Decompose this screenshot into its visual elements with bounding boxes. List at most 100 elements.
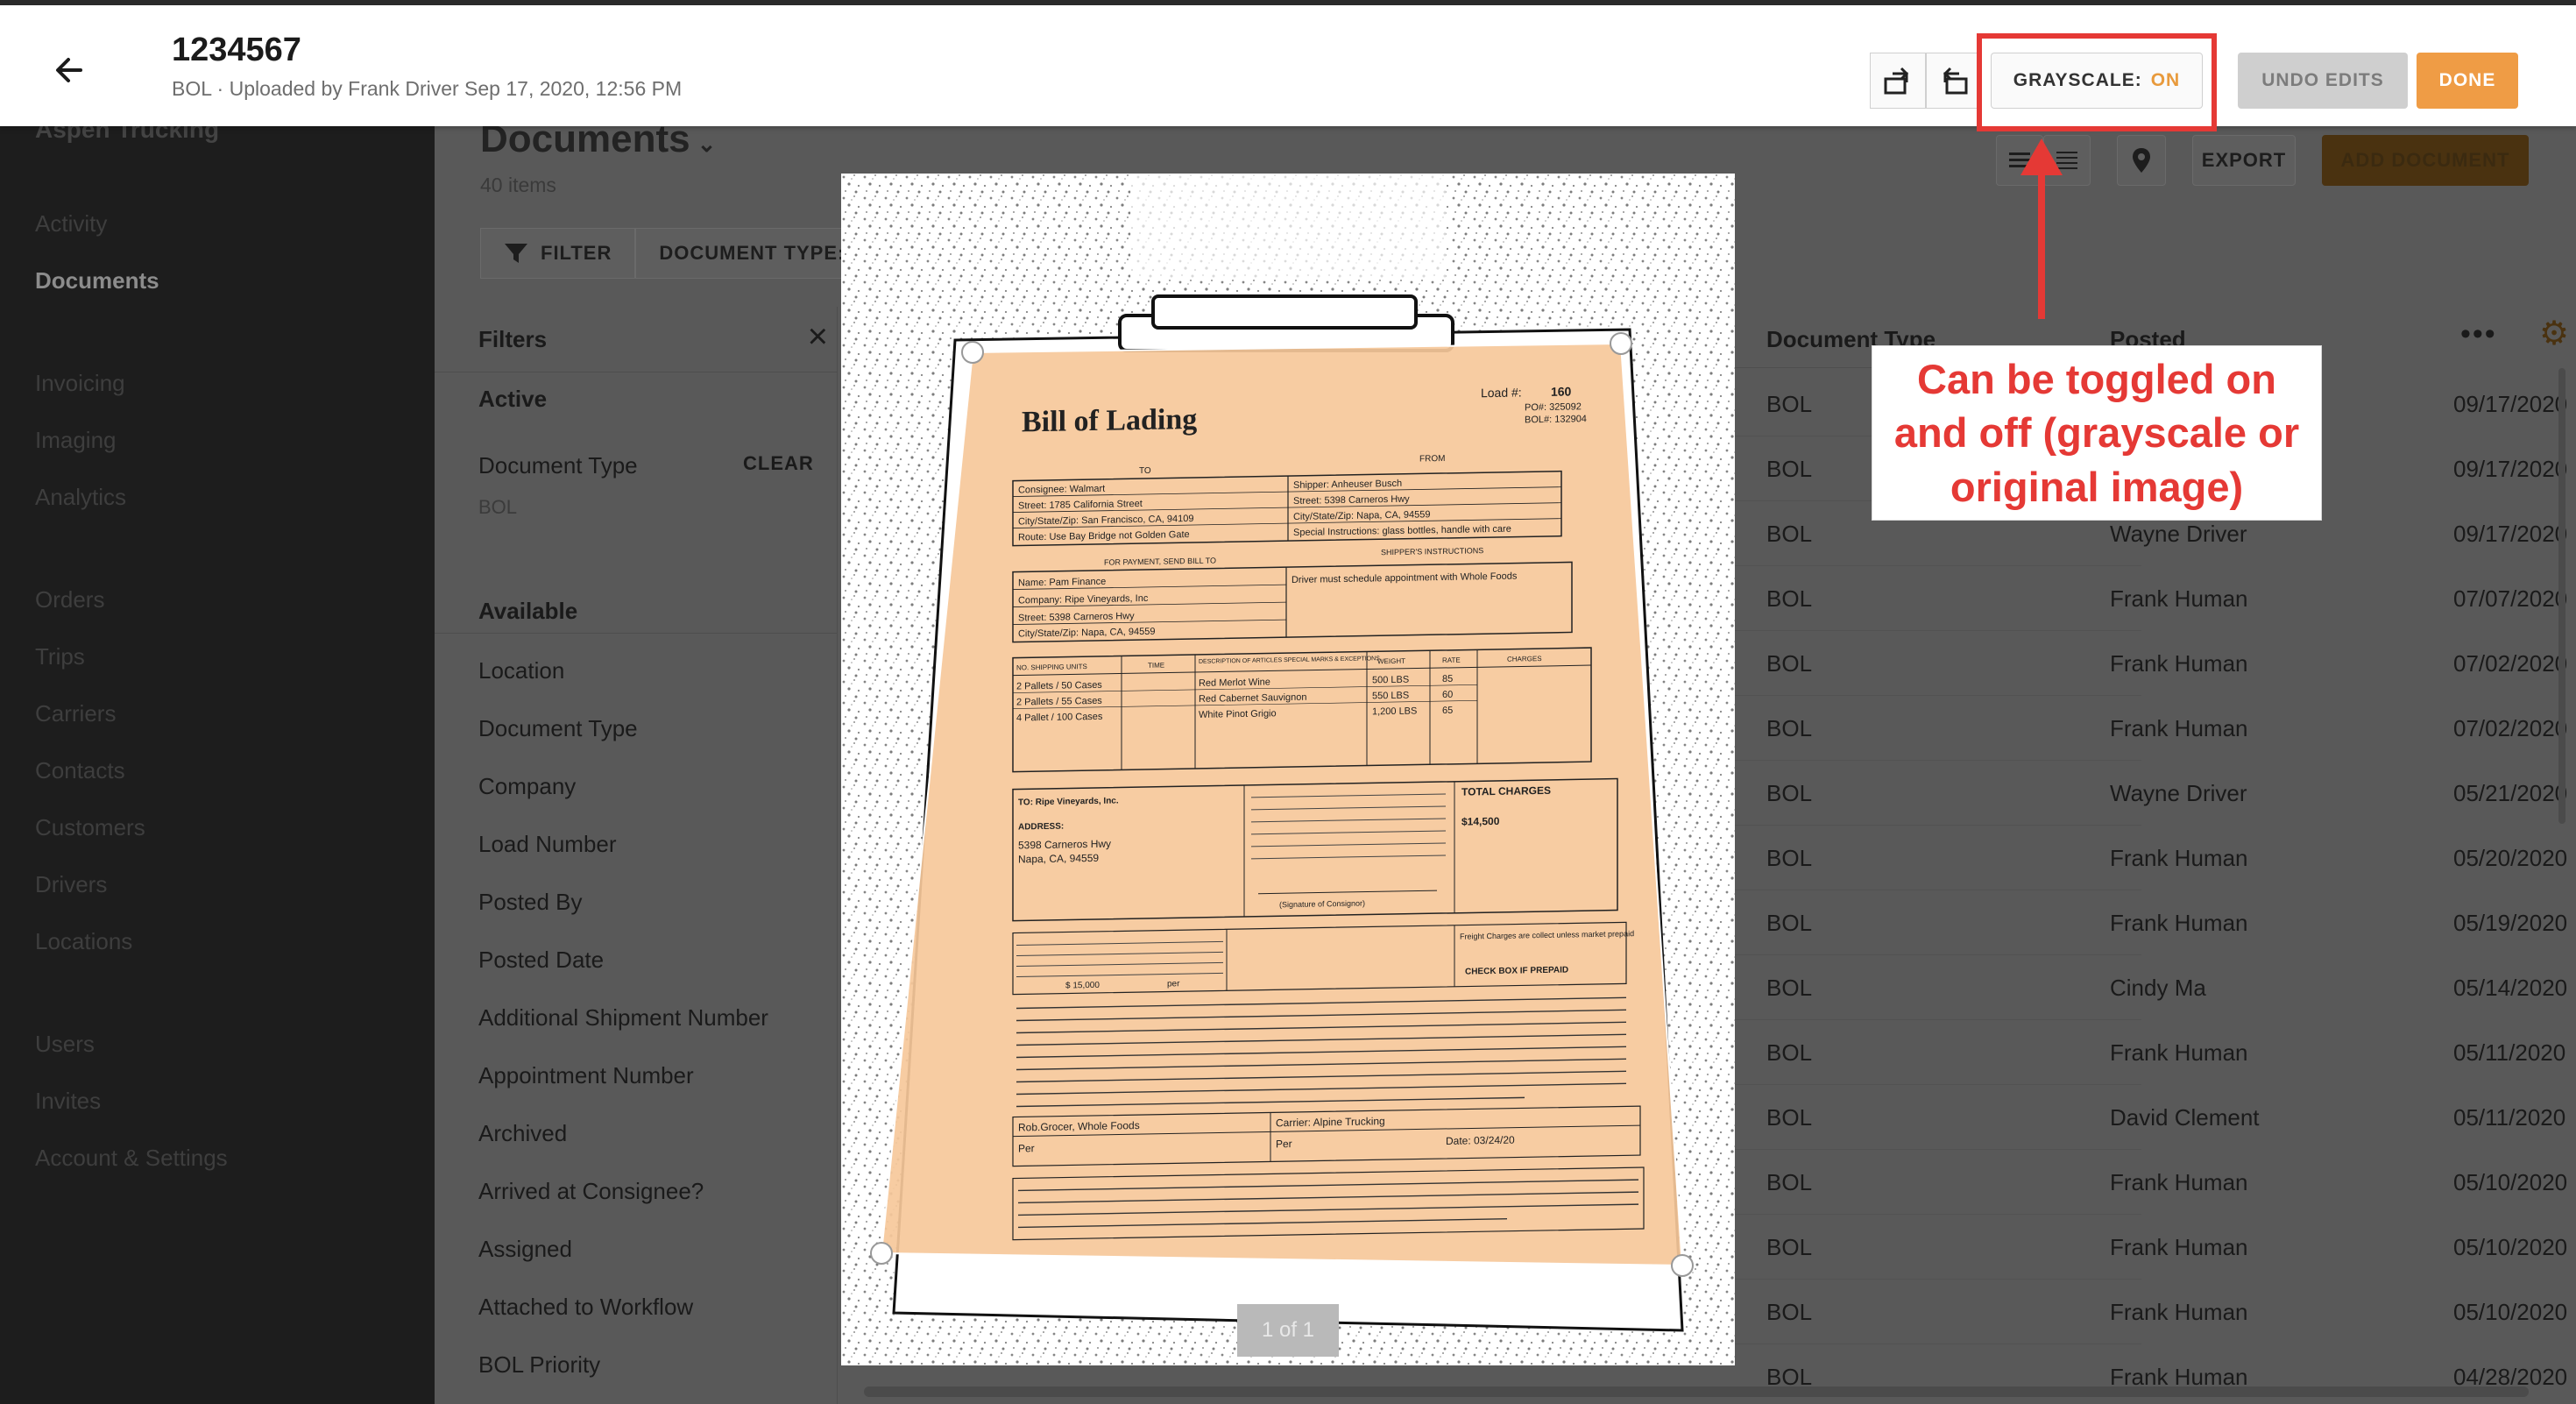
filter-option[interactable]: Location [478, 657, 564, 684]
close-icon[interactable]: × [808, 317, 828, 357]
bol-load-label: Load #: [1481, 385, 1522, 400]
sidebar-item-activity[interactable]: Activity [35, 210, 107, 238]
sidebar-item-trips[interactable]: Trips [35, 643, 85, 670]
filter-button[interactable]: FILTER [480, 228, 636, 279]
filter-option[interactable]: Load Number [478, 831, 617, 858]
sidebar-item-carriers[interactable]: Carriers [35, 700, 116, 727]
cell-document-type: BOL [1766, 1104, 1813, 1131]
filter-option[interactable]: Archived [478, 1120, 567, 1147]
sidebar-item-customers[interactable]: Customers [35, 814, 145, 841]
sidebar-item-documents[interactable]: Documents [35, 267, 159, 294]
filter-option[interactable]: Document Type [478, 715, 638, 742]
filter-option[interactable]: Company [478, 773, 576, 800]
sidebar-item-contacts[interactable]: Contacts [35, 757, 125, 784]
sidebar-item-analytics[interactable]: Analytics [35, 484, 126, 511]
crop-handle[interactable] [961, 341, 984, 364]
chevron-down-icon: ⌄ [697, 131, 717, 157]
bol-item-weight: 550 LBS [1372, 691, 1409, 702]
done-button[interactable]: DONE [2417, 53, 2518, 109]
bol-col-time: TIME [1148, 662, 1164, 670]
cell-posted-by: Wayne Driver [2110, 780, 2247, 806]
sidebar-item-drivers[interactable]: Drivers [35, 871, 107, 898]
cell-date: 07/02/2020 [2453, 715, 2568, 741]
sidebar-item-orders[interactable]: Orders [35, 586, 104, 613]
rotate-left-button[interactable] [1870, 53, 1926, 109]
rotate-right-icon [1943, 67, 1968, 95]
cell-document-type: BOL [1766, 1039, 1813, 1066]
funnel-icon [505, 244, 527, 263]
bol-street-from: Street: 5398 Carneros Hwy [1293, 494, 1410, 507]
cell-date: 09/17/2020 [2453, 456, 2568, 482]
bol-per-carrier: Per [1276, 1138, 1292, 1150]
filter-option[interactable]: Arrived at Consignee? [478, 1178, 704, 1205]
annotation-arrow-icon [2020, 138, 2063, 319]
cell-date: 07/02/2020 [2453, 650, 2568, 677]
cell-date: 05/10/2020 [2453, 1234, 2568, 1260]
export-button[interactable]: EXPORT [2192, 135, 2296, 186]
active-filters-heading: Active [478, 386, 548, 412]
filter-option[interactable]: Posted Date [478, 947, 604, 974]
filter-option[interactable]: Attached to Workflow [478, 1294, 693, 1321]
active-filter-value: BOL [478, 496, 518, 518]
cell-date: 09/17/2020 [2453, 391, 2568, 417]
cell-posted-by: Frank Human [2110, 1039, 2248, 1066]
horizontal-scrollbar[interactable] [864, 1386, 2529, 1397]
filter-option[interactable]: Assigned [478, 1236, 572, 1263]
sidebar-item-users[interactable]: Users [35, 1031, 95, 1058]
cell-posted-by: Frank Human [2110, 1169, 2248, 1195]
more-options-icon[interactable]: ••• [2460, 317, 2497, 351]
filter-option[interactable]: Posted By [478, 889, 583, 916]
bol-item-weight: 500 LBS [1372, 675, 1409, 686]
sidebar-item-locations[interactable]: Locations [35, 928, 132, 955]
bol-item-weight: 1,200 LBS [1372, 706, 1417, 718]
bol-col-rate: RATE [1442, 656, 1461, 664]
cell-posted-by: Frank Human [2110, 1234, 2248, 1260]
document-title: 1234567 [172, 32, 301, 68]
document-preview: Bill of Lading Load #: 160 PO#: 325092 B… [841, 174, 1735, 1365]
filter-option[interactable]: Appointment Number [478, 1062, 694, 1089]
cell-document-type: BOL [1766, 521, 1813, 547]
crop-handle[interactable] [1610, 332, 1632, 355]
add-document-button[interactable]: ADD DOCUMENT [2322, 135, 2529, 186]
bol-consignor-sig: (Signature of Consignor) [1279, 899, 1365, 910]
cell-posted-by: Frank Human [2110, 1299, 2248, 1325]
cell-document-type: BOL [1766, 845, 1813, 871]
bol-consignee: Consignee: Walmart [1018, 484, 1105, 496]
undo-edits-button[interactable]: UNDO EDITS [2238, 53, 2408, 109]
sidebar-item-invites[interactable]: Invites [35, 1088, 101, 1115]
vertical-scrollbar[interactable] [2558, 368, 2565, 824]
bol-load-value: 160 [1551, 384, 1572, 398]
bol-item-units: 2 Pallets / 50 Cases [1016, 680, 1102, 692]
cell-date: 05/11/2020 [2453, 1104, 2566, 1131]
sidebar-item-imaging[interactable]: Imaging [35, 427, 117, 454]
filters-panel: Filters × Active Document Type CLEAR BOL… [435, 307, 838, 1404]
cell-date: 05/19/2020 [2453, 910, 2568, 936]
cell-document-type: BOL [1766, 1234, 1813, 1260]
bol-from-header: FROM [1419, 454, 1445, 464]
bol-line-items: 2 Pallets / 50 Cases Red Merlot Wine 500 L… [1016, 674, 1453, 724]
bol-declared-value: $ 15,000 [1065, 981, 1100, 991]
rotate-right-button[interactable] [1926, 53, 1982, 109]
gear-icon[interactable]: ⚙ [2539, 314, 2569, 353]
bol-total-value: $14,500 [1461, 815, 1500, 828]
cell-date: 05/14/2020 [2453, 975, 2568, 1001]
map-view-button[interactable] [2117, 135, 2166, 186]
active-filter-document-type[interactable]: Document Type [478, 452, 638, 479]
sidebar-item-account-settings[interactable]: Account & Settings [35, 1145, 228, 1172]
cell-document-type: BOL [1766, 650, 1813, 677]
cell-document-type: BOL [1766, 1299, 1813, 1325]
bol-check-box: CHECK BOX IF PREPAID [1465, 966, 1568, 977]
cell-document-type: BOL [1766, 910, 1813, 936]
bol-col-charges: CHARGES [1507, 655, 1542, 663]
bol-address-1: 5398 Carneros Hwy [1018, 838, 1111, 852]
bol-col-weight: WEIGHT [1377, 657, 1405, 666]
cell-document-type: BOL [1766, 1169, 1813, 1195]
clear-filter-button[interactable]: CLEAR [743, 452, 814, 475]
filter-option[interactable]: BOL Priority [478, 1351, 600, 1379]
filter-option[interactable]: Additional Shipment Number [478, 1004, 768, 1032]
crop-handle[interactable] [1671, 1254, 1694, 1277]
crop-handle[interactable] [870, 1242, 893, 1265]
bol-carrier: Carrier: Alpine Trucking [1276, 1115, 1385, 1129]
sidebar-item-invoicing[interactable]: Invoicing [35, 370, 125, 397]
back-button[interactable] [49, 49, 98, 91]
